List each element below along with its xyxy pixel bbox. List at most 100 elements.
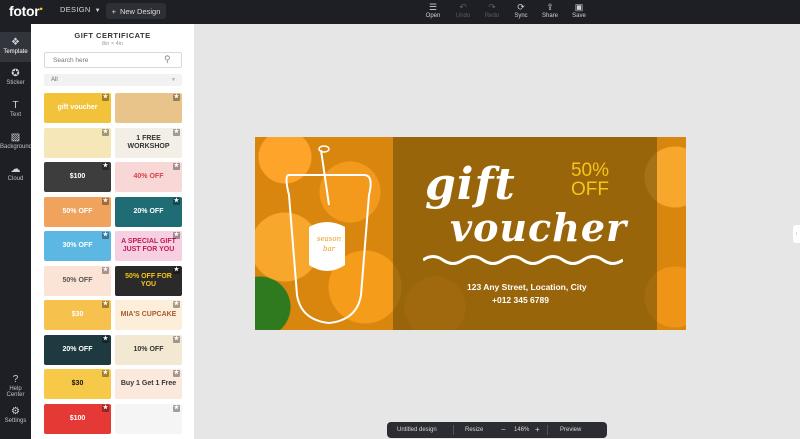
right-panel-toggle[interactable]: ‹	[793, 225, 800, 243]
zoom-out-button[interactable]: −	[501, 422, 506, 438]
app-logo[interactable]: fotor●	[9, 3, 43, 19]
chevron-down-icon: ▼	[94, 8, 101, 14]
template-thumbnail[interactable]: 30% OFF ★	[44, 231, 111, 261]
template-thumbnail[interactable]: Buy 1 Get 1 Free ★	[115, 369, 182, 399]
save-button[interactable]: ▣ Save	[564, 2, 594, 22]
template-thumbnail[interactable]: 10% OFF ★	[115, 334, 182, 365]
document-name[interactable]: Untitled design	[397, 422, 437, 438]
rail-help-label: Help Center	[6, 386, 25, 398]
favorite-icon[interactable]: ★	[173, 128, 180, 136]
favorite-icon[interactable]: ★	[173, 232, 180, 239]
template-thumbnail-text: Buy 1 Get 1 Free	[120, 380, 177, 387]
discount-percent: 50%	[570, 160, 610, 181]
template-thumbnail[interactable]: 50% OFF FOR YOU ★	[115, 265, 182, 296]
open-button[interactable]: ☰ Open	[418, 2, 448, 22]
favorite-icon[interactable]: ★	[173, 94, 180, 101]
rail-background[interactable]: ▨ Background	[0, 132, 33, 150]
rail-settings[interactable]: ⚙ Settings	[0, 406, 31, 424]
rail-cloud-label: Cloud	[7, 176, 24, 182]
template-thumbnail[interactable]: 50% OFF ★	[44, 265, 111, 296]
template-thumbnail[interactable]: $30 ★	[44, 300, 111, 330]
template-thumbnail[interactable]: A SPECIAL GIFT JUST FOR YOU ★	[115, 231, 182, 261]
rail-help[interactable]: ? Help Center	[0, 374, 31, 398]
sync-button[interactable]: ⟳ Sync	[506, 2, 536, 22]
template-thumbnail[interactable]: $100 ★	[44, 162, 111, 192]
favorite-icon[interactable]: ★	[102, 301, 109, 308]
address-text[interactable]: 123 Any Street, Location, City	[467, 282, 587, 292]
gift-headline[interactable]: gift	[425, 159, 516, 210]
undo-button[interactable]: ↶ Undo	[448, 2, 478, 22]
favorite-icon[interactable]: ★	[102, 404, 109, 412]
favorite-icon[interactable]: ★	[173, 197, 180, 205]
favorite-icon[interactable]: ★	[173, 370, 180, 377]
template-thumbnail[interactable]: $100 ★	[44, 403, 111, 434]
template-filter-select[interactable]: All ▼	[44, 74, 182, 86]
menu-icon: ☰	[428, 2, 438, 12]
template-thumbnail-text: gift voucher	[57, 104, 98, 111]
layers-icon: ❖	[11, 37, 20, 48]
share-button[interactable]: ⇪ Share	[535, 2, 565, 22]
rail-sticker[interactable]: ✪ Sticker	[0, 68, 31, 86]
left-rail: ❖ Template ✪ Sticker T Text ▨ Background…	[0, 24, 33, 439]
rail-background-label: Background	[0, 144, 33, 150]
template-thumbnail[interactable]: 1 FREE WORKSHOP ★	[115, 127, 182, 158]
template-thumbnail[interactable]: ★	[44, 127, 111, 158]
rail-template[interactable]: ❖ Template	[0, 32, 31, 62]
template-thumbnail[interactable]: $30 ★	[44, 369, 111, 399]
jar-label: season bar	[316, 235, 342, 253]
sync-label: Sync	[514, 13, 528, 19]
favorite-icon[interactable]: ★	[102, 335, 109, 343]
favorite-icon[interactable]: ★	[173, 163, 180, 170]
template-thumbnail[interactable]: MIA'S CUPCAKE ★	[115, 300, 182, 330]
redo-button[interactable]: ↷ Redo	[477, 2, 507, 22]
share-icon: ⇪	[546, 2, 554, 12]
favorite-icon[interactable]: ★	[102, 197, 109, 205]
resize-button[interactable]: Resize	[465, 422, 483, 438]
rail-settings-label: Settings	[4, 418, 27, 424]
gear-icon: ⚙	[11, 406, 20, 417]
favorite-icon[interactable]: ★	[173, 266, 180, 274]
new-design-button[interactable]: + New Design	[106, 3, 166, 19]
template-thumbnail[interactable]: 40% OFF ★	[115, 162, 182, 192]
new-design-label: New Design	[119, 6, 161, 16]
rail-cloud[interactable]: ☁ Cloud	[0, 164, 31, 182]
favorite-icon[interactable]: ★	[173, 335, 180, 343]
save-label: Save	[572, 13, 586, 19]
template-thumbnail[interactable]: ★	[115, 403, 182, 434]
favorite-icon[interactable]: ★	[102, 370, 109, 377]
rail-template-label: Template	[3, 49, 28, 55]
favorite-icon[interactable]: ★	[102, 232, 109, 239]
template-thumbnail[interactable]: 20% OFF ★	[44, 334, 111, 365]
zoom-in-button[interactable]: +	[535, 422, 540, 438]
panel-subtitle: 8in × 4in	[102, 41, 123, 47]
template-thumbnail-text: 20% OFF	[133, 207, 164, 215]
favorite-icon[interactable]: ★	[173, 301, 180, 308]
favorite-icon[interactable]: ★	[173, 404, 180, 412]
rail-text[interactable]: T Text	[0, 100, 31, 118]
share-label: Share	[541, 13, 558, 19]
discount-text[interactable]: 50% OFF	[560, 161, 620, 199]
gift-voucher-card[interactable]: season bar gift voucher 50% OFF 123 Any …	[255, 137, 686, 330]
template-thumbnail-text: 50% OFF FOR YOU	[125, 272, 172, 288]
panel-title: GIFT CERTIFICATE	[74, 31, 151, 40]
template-thumbnail[interactable]: gift voucher ★	[44, 93, 111, 123]
template-search-input[interactable]	[44, 52, 182, 68]
favorite-icon[interactable]: ★	[102, 94, 109, 101]
redo-label: Redo	[484, 13, 500, 19]
template-thumbnail[interactable]: ★	[115, 93, 182, 123]
preview-button[interactable]: Preview	[560, 422, 581, 438]
favorite-icon[interactable]: ★	[102, 163, 109, 170]
search-icon[interactable]: ⚲	[164, 54, 171, 65]
favorite-icon[interactable]: ★	[102, 266, 109, 274]
voucher-headline[interactable]: voucher	[450, 205, 627, 250]
template-thumbnail-text: 50% OFF	[62, 276, 93, 284]
template-thumbnail-text: 40% OFF	[133, 173, 164, 180]
favorite-icon[interactable]: ★	[102, 128, 109, 136]
template-thumbnail-text: 20% OFF	[62, 345, 93, 353]
phone-text[interactable]: +012 345 6789	[492, 295, 549, 305]
design-mode-dropdown[interactable]: DESIGN ▼	[60, 5, 101, 14]
template-thumbnail[interactable]: 50% OFF ★	[44, 196, 111, 227]
redo-icon: ↷	[488, 2, 496, 12]
template-thumbnail[interactable]: 20% OFF ★	[115, 196, 182, 227]
template-thumbnail-text: A SPECIAL GIFT JUST FOR YOU	[121, 238, 176, 253]
